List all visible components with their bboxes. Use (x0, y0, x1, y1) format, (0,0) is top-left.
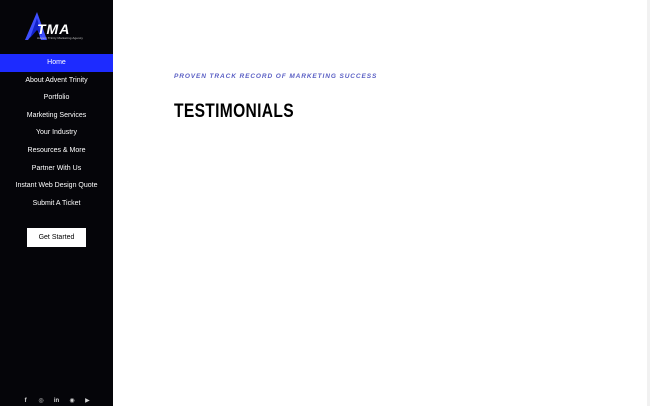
get-started-button[interactable]: Get Started (27, 228, 86, 247)
nav-item-home[interactable]: Home (0, 54, 113, 72)
nav-item-web-design-quote[interactable]: Instant Web Design Quote (0, 177, 113, 195)
section-eyebrow: PROVEN TRACK RECORD OF MARKETING SUCCESS (174, 73, 378, 80)
linkedin-icon[interactable]: in (53, 398, 60, 405)
nav-item-your-industry[interactable]: Your Industry (0, 124, 113, 142)
nav-item-marketing-services[interactable]: Marketing Services (0, 107, 113, 125)
nav-item-resources[interactable]: Resources & More (0, 142, 113, 160)
nav-item-portfolio[interactable]: Portfolio (0, 89, 113, 107)
spotify-icon[interactable]: ◉ (68, 398, 75, 405)
nav-item-partner[interactable]: Partner With Us (0, 160, 113, 178)
instagram-icon[interactable]: ◎ (38, 398, 45, 405)
nav-item-about[interactable]: About Advent Trinity (0, 72, 113, 90)
logo-text: TMA (37, 21, 71, 37)
main-nav: Home About Advent Trinity Portfolio Mark… (0, 54, 113, 212)
page-title: TESTIMONIALS (174, 101, 294, 122)
youtube-icon[interactable]: ▶ (84, 398, 91, 405)
social-links: f ◎ in ◉ ▶ (0, 389, 113, 406)
main-content: PROVEN TRACK RECORD OF MARKETING SUCCESS… (113, 0, 650, 406)
facebook-icon[interactable]: f (22, 398, 29, 405)
sidebar: TMA Advent Trinity Marketing Agency Home… (0, 0, 113, 406)
logo-tagline: Advent Trinity Marketing Agency (37, 36, 83, 40)
logo[interactable]: TMA Advent Trinity Marketing Agency (25, 12, 89, 42)
nav-item-submit-ticket[interactable]: Submit A Ticket (0, 195, 113, 213)
